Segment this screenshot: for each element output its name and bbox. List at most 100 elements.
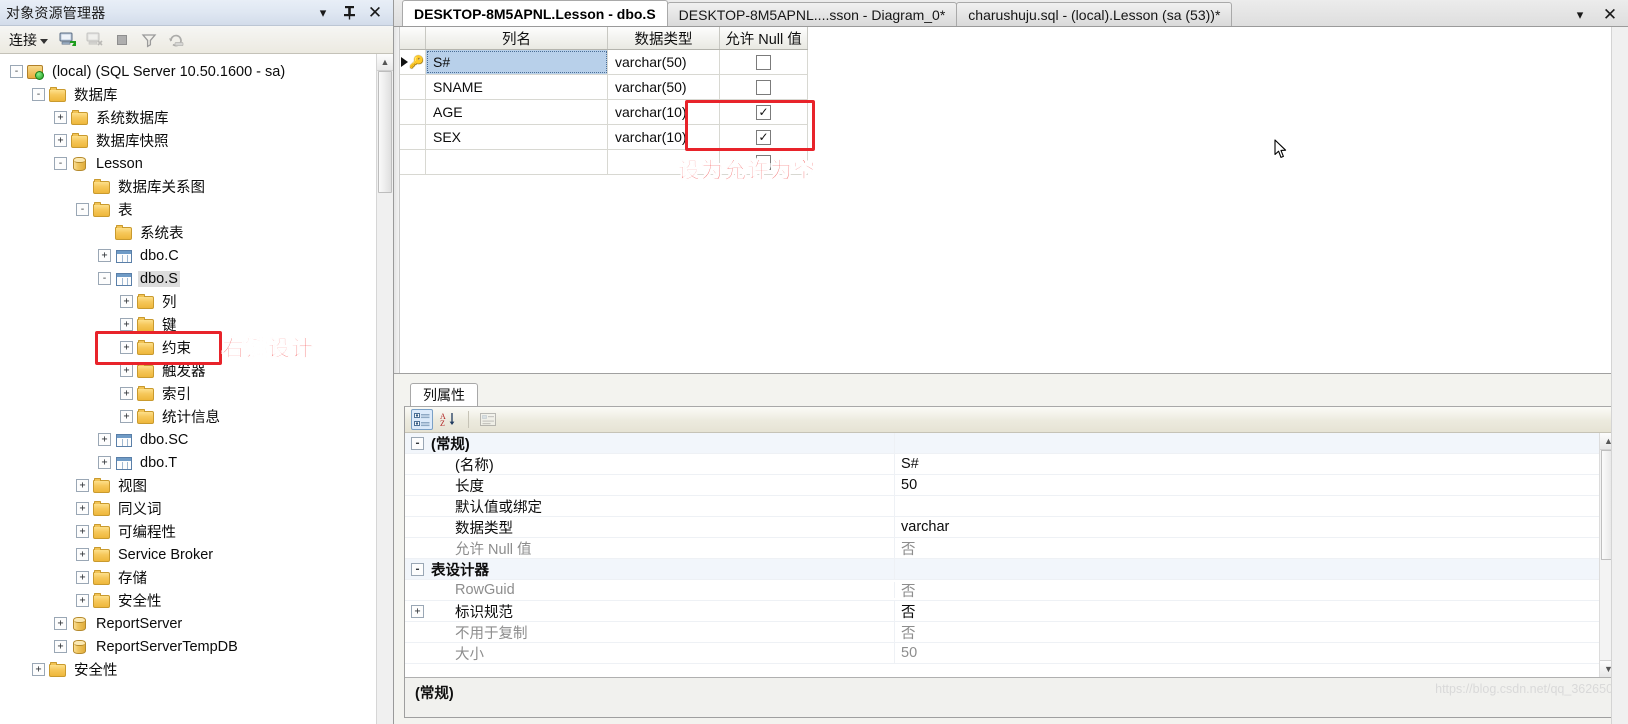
tree-node-dbo.sc[interactable]: + dbo.SC xyxy=(0,428,376,451)
connect-button[interactable]: 连接 xyxy=(6,29,51,51)
expand-toggle-icon[interactable]: + xyxy=(76,594,89,607)
object-explorer-scrollbar[interactable]: ▲ xyxy=(376,54,393,724)
tree-node-reportservertempdb[interactable]: + ReportServerTempDB xyxy=(0,635,376,658)
property-row[interactable]: 数据类型 varchar xyxy=(405,516,1599,538)
collapse-toggle-icon[interactable]: - xyxy=(411,436,424,450)
expand-toggle-icon[interactable]: + xyxy=(76,479,89,492)
expand-toggle-icon[interactable]: + xyxy=(120,318,133,331)
cell-column-name[interactable]: SEX xyxy=(426,125,608,149)
connect-server-icon[interactable] xyxy=(58,30,78,50)
allow-null-checkbox[interactable]: ✓ xyxy=(756,104,771,120)
tree-node--[interactable]: -表 xyxy=(0,198,376,221)
cell-column-name[interactable] xyxy=(426,150,608,174)
tree-node--[interactable]: + 安全性 xyxy=(0,658,376,681)
tree-node--[interactable]: + 数据库快照 xyxy=(0,129,376,152)
cell-column-name[interactable]: AGE xyxy=(426,100,608,124)
row-header-cell[interactable] xyxy=(400,100,426,124)
expand-toggle-icon[interactable]: + xyxy=(32,663,45,676)
cell-data-type[interactable]: varchar(50) xyxy=(608,75,720,99)
scrollbar-thumb[interactable] xyxy=(378,71,392,193)
expand-toggle-icon[interactable]: + xyxy=(120,341,133,354)
tree-node--[interactable]: + 视图 xyxy=(0,474,376,497)
property-value[interactable]: S# xyxy=(895,456,1599,472)
collapse-toggle-icon[interactable]: - xyxy=(54,157,67,170)
tree-node-reportserver[interactable]: + ReportServer xyxy=(0,612,376,635)
property-category-row[interactable]: - 表设计器 xyxy=(405,558,1599,580)
properties-list[interactable]: - (常规) (名称) S# 长度 50 默认值或绑定 数据类型 varchar 允许 Null … xyxy=(405,433,1617,677)
scroll-up-arrow-icon[interactable]: ▲ xyxy=(377,54,393,71)
expand-toggle-icon[interactable]: + xyxy=(54,640,67,653)
document-tab-2[interactable]: charushuju.sql - (local).Lesson (sa (53)… xyxy=(956,2,1233,26)
cell-column-name[interactable]: S# xyxy=(426,50,608,74)
property-value[interactable]: 否 xyxy=(895,622,1599,643)
property-value[interactable]: 否 xyxy=(895,601,1599,622)
property-row[interactable]: 长度 50 xyxy=(405,474,1599,496)
tree-node--[interactable]: + 触发器 xyxy=(0,359,376,382)
property-pages-icon[interactable] xyxy=(477,409,499,430)
cell-data-type[interactable]: varchar(50) xyxy=(608,50,720,74)
allow-null-checkbox[interactable] xyxy=(756,79,771,95)
properties-rows[interactable]: - (常规) (名称) S# 长度 50 默认值或绑定 数据类型 varchar 允许 Null … xyxy=(405,433,1599,677)
allow-null-checkbox[interactable] xyxy=(756,154,771,170)
expand-toggle-icon[interactable]: + xyxy=(120,364,133,377)
document-tab-0[interactable]: DESKTOP-8M5APNL.Lesson - dbo.S xyxy=(402,0,668,26)
column-grid-body[interactable]: 🔑 S# varchar(50) SNAME varchar(50) AGE varchar… xyxy=(400,50,808,175)
object-explorer-tree[interactable]: - (local) (SQL Server 10.50.1600 - sa) - 数据… xyxy=(0,54,376,724)
expand-toggle-icon[interactable]: + xyxy=(76,525,89,538)
row-header-cell[interactable] xyxy=(400,75,426,99)
cell-column-name[interactable]: SNAME xyxy=(426,75,608,99)
expand-toggle-icon[interactable]: + xyxy=(76,502,89,515)
cell-allow-null[interactable]: ✓ xyxy=(720,125,808,149)
collapse-toggle-icon[interactable]: - xyxy=(76,203,89,216)
property-row[interactable]: (名称) S# xyxy=(405,453,1599,475)
tab-column-properties[interactable]: 列属性 xyxy=(410,383,478,406)
grid-row[interactable]: SNAME varchar(50) xyxy=(400,75,808,100)
property-row[interactable]: RowGuid 否 xyxy=(405,580,1599,601)
tree-node-service-broker[interactable]: + Service Broker xyxy=(0,543,376,566)
grid-column-header-3[interactable]: 允许 Null 值 xyxy=(720,27,808,49)
grid-column-header-1[interactable]: 列名 xyxy=(426,27,608,49)
cell-data-type[interactable]: varchar(10) xyxy=(608,125,720,149)
row-header-cell[interactable] xyxy=(400,125,426,149)
close-icon[interactable]: ✕ xyxy=(1602,5,1618,24)
alphabetical-sort-icon[interactable]: A Z xyxy=(438,409,460,430)
cell-allow-null[interactable] xyxy=(720,50,808,74)
expand-toggle-icon[interactable]: + xyxy=(411,604,424,618)
tree-node-dbo.s[interactable]: - dbo.S xyxy=(0,267,376,290)
grid-row[interactable]: 🔑 S# varchar(50) xyxy=(400,50,808,75)
grid-column-header-0[interactable] xyxy=(400,27,426,49)
chevron-down-icon[interactable]: ▾ xyxy=(1572,7,1588,23)
pin-icon[interactable] xyxy=(341,5,357,21)
collapse-toggle-icon[interactable]: - xyxy=(411,562,424,576)
expand-toggle-icon[interactable]: + xyxy=(54,617,67,630)
collapse-toggle-icon[interactable]: - xyxy=(32,88,45,101)
property-row[interactable]: 允许 Null 值否 xyxy=(405,537,1599,559)
tree-node--[interactable]: + 系统数据库 xyxy=(0,106,376,129)
expand-toggle-icon[interactable]: + xyxy=(120,410,133,423)
expand-toggle-icon[interactable]: + xyxy=(120,295,133,308)
expand-toggle-icon[interactable]: + xyxy=(54,134,67,147)
cell-allow-null[interactable]: ✓ xyxy=(720,100,808,124)
tree-node--[interactable]: + 同义词 xyxy=(0,497,376,520)
grid-row[interactable]: AGE varchar(10) ✓ xyxy=(400,100,808,125)
expand-toggle-icon[interactable]: + xyxy=(54,111,67,124)
chevron-down-icon[interactable]: ▾ xyxy=(315,5,331,21)
row-header-cell[interactable] xyxy=(400,150,426,174)
cell-allow-null[interactable] xyxy=(720,75,808,99)
expand-toggle-icon[interactable]: + xyxy=(76,571,89,584)
property-row[interactable]: 大小 50 xyxy=(405,642,1599,664)
document-outer-scrollbar[interactable] xyxy=(1611,27,1628,724)
tree-node--[interactable]: + 统计信息 xyxy=(0,405,376,428)
tree-node--local-sql-server-10.50.1600---sa-[interactable]: - (local) (SQL Server 10.50.1600 - sa) xyxy=(0,60,376,83)
cell-allow-null[interactable] xyxy=(720,150,808,174)
tree-node--[interactable]: + 键 xyxy=(0,313,376,336)
tree-node-dbo.c[interactable]: + dbo.C xyxy=(0,244,376,267)
property-value[interactable]: 50 xyxy=(895,645,1599,661)
categorized-view-icon[interactable] xyxy=(411,409,433,430)
tree-node--[interactable]: 系统表 xyxy=(0,221,376,244)
expand-toggle-icon[interactable]: + xyxy=(120,387,133,400)
allow-null-checkbox[interactable] xyxy=(756,54,771,70)
expand-toggle-icon[interactable]: + xyxy=(98,456,111,469)
document-tab-1[interactable]: DESKTOP-8M5APNL....sson - Diagram_0* xyxy=(666,2,958,26)
tree-node--[interactable]: 数据库关系图 xyxy=(0,175,376,198)
